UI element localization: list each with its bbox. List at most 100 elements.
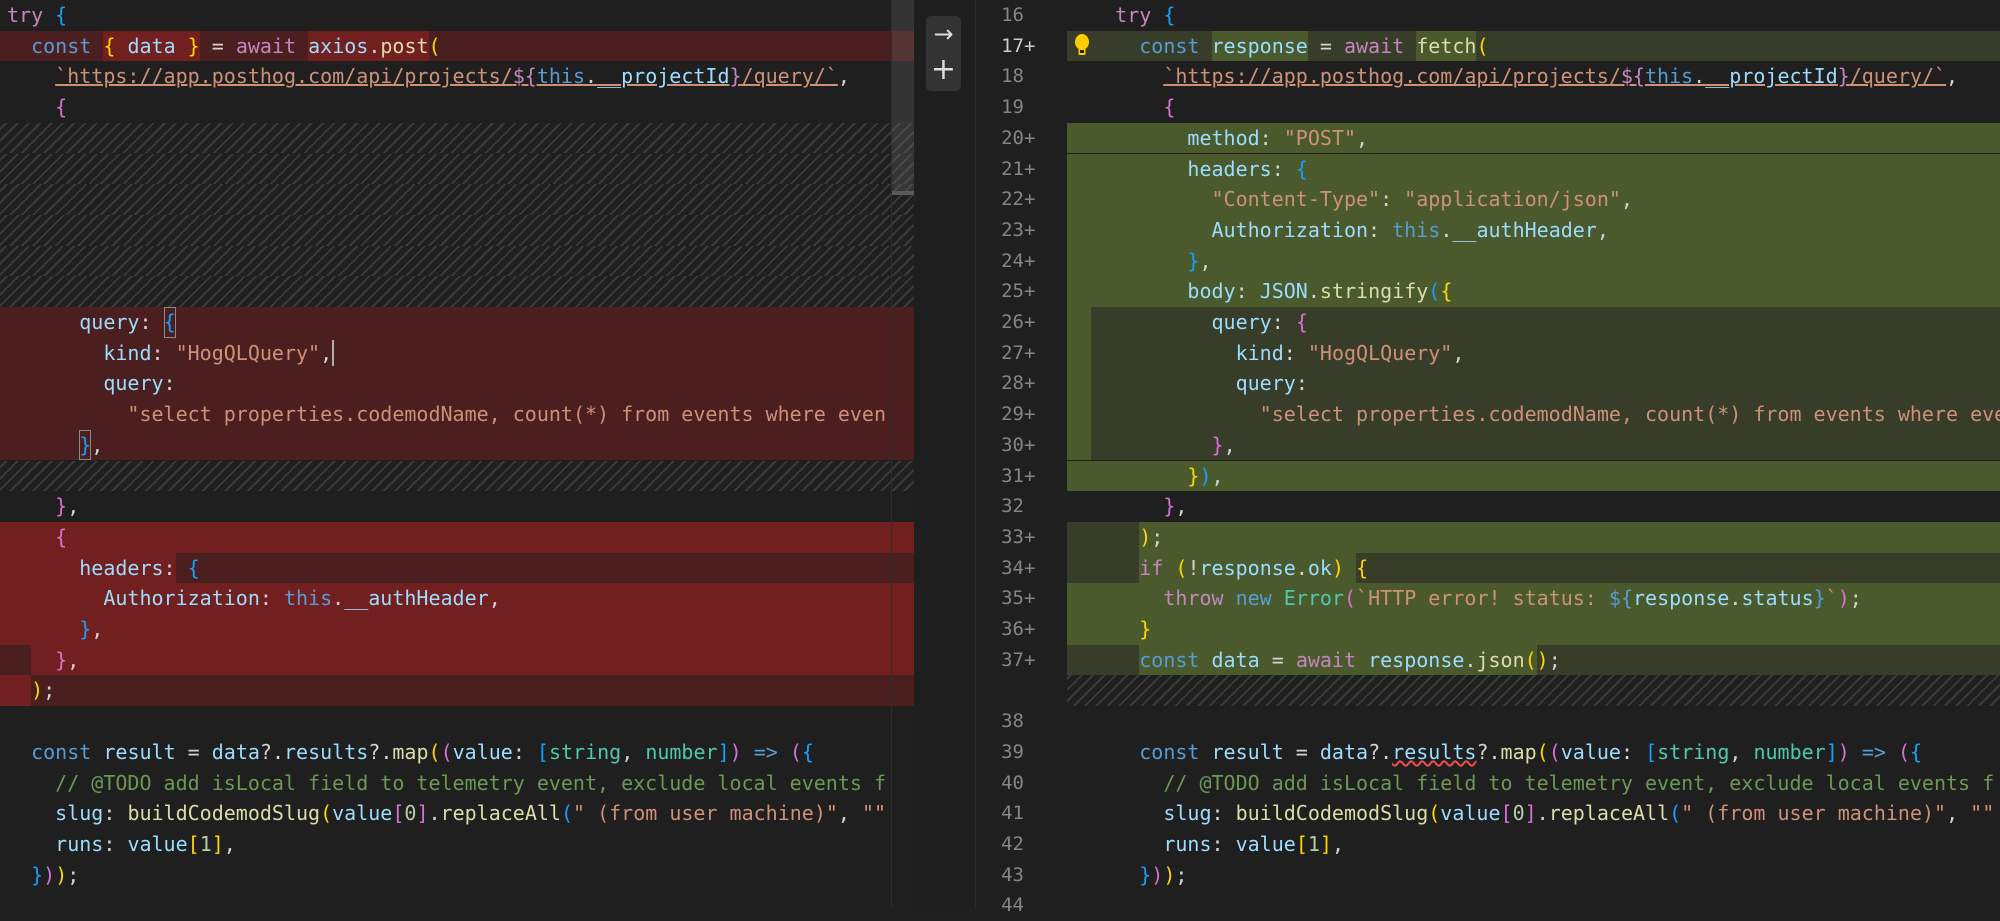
line-number[interactable]: 25 + <box>976 276 1068 307</box>
code-line[interactable]: const result = data?. results?. map((value… <box>0 737 914 768</box>
line-number[interactable]: 34 + <box>976 553 1068 584</box>
code-line[interactable]: })); <box>1067 860 2000 891</box>
line-number[interactable]: 31 + <box>976 461 1068 492</box>
inserted-line[interactable]: throw new Error(`HTTP error! status: ${r… <box>1067 583 2000 614</box>
line-number[interactable]: 22 + <box>976 184 1068 215</box>
original-editor-scrollbar[interactable] <box>891 0 915 907</box>
code-line[interactable]: }, <box>1067 491 2000 522</box>
code-line[interactable]: slug: buildCodemodSlug(value[0]. replaceA… <box>1067 798 2000 829</box>
inserted-line[interactable]: if (! response. ok) { <box>1067 552 2000 584</box>
line-number[interactable]: 20 + <box>976 123 1068 154</box>
code-line[interactable] <box>0 706 914 737</box>
code-line[interactable]: slug: buildCodemodSlug(value[0]. replaceA… <box>0 798 914 829</box>
removed-line[interactable]: }, <box>0 614 914 645</box>
inserted-line[interactable]: } <box>1067 614 2000 645</box>
line-number[interactable]: 17 + <box>976 31 1068 62</box>
inserted-line[interactable]: "select properties.codemodName, count(*)… <box>1067 399 2000 430</box>
removed-line[interactable]: { <box>0 521 914 553</box>
lightbulb-icon[interactable] <box>1073 33 1091 57</box>
plus-icon[interactable]: + <box>926 52 961 87</box>
code-line[interactable]: try { <box>0 0 914 31</box>
line-number[interactable]: 29 + <box>976 399 1068 430</box>
code-line[interactable]: const result = data?. results?. map((value… <box>1067 737 2000 768</box>
code-line[interactable]: `https://app.posthog.com/api/projects/${… <box>0 61 914 92</box>
line-number[interactable]: 42 <box>976 829 1068 860</box>
code-token: ${ <box>1620 64 1645 89</box>
code-line[interactable]: try { <box>1067 0 2000 31</box>
code-token: Authorization <box>1211 217 1369 242</box>
line-number[interactable]: 36 + <box>976 614 1068 645</box>
inserted-line[interactable]: method: "POST", <box>1067 122 2000 154</box>
removed-line[interactable]: query: <box>0 368 914 400</box>
line-number[interactable]: 33 + <box>976 522 1068 553</box>
code-line[interactable]: // @TODO add isLocal field to telemetry … <box>0 768 914 799</box>
code-line[interactable]: { <box>1067 92 2000 123</box>
inserted-line[interactable]: headers: { <box>1067 153 2000 185</box>
code-line[interactable] <box>1067 706 2000 737</box>
line-number[interactable]: 19 <box>976 92 1068 123</box>
line-number[interactable]: 37 + <box>976 645 1068 676</box>
line-number[interactable]: 28 + <box>976 368 1068 399</box>
line-padding <box>0 798 7 829</box>
line-number[interactable]: 38 <box>976 706 1068 737</box>
line-number[interactable]: 23 + <box>976 215 1068 246</box>
inserted-line[interactable]: }), <box>1067 460 2000 492</box>
removed-line[interactable]: query: { <box>0 307 914 338</box>
inserted-line[interactable]: query: <box>1067 368 2000 400</box>
removed-line[interactable]: kind: "HogQLQuery", <box>0 337 914 369</box>
inserted-line[interactable]: kind: "HogQLQuery", <box>1067 337 2000 369</box>
inserted-line[interactable]: const data = await response. json(); <box>1067 644 2000 676</box>
line-number[interactable]: 26 + <box>976 307 1068 338</box>
line-number[interactable]: 32 <box>976 491 1068 522</box>
code-token: query <box>79 310 140 334</box>
inserted-line[interactable]: Authorization: this. __authHeader, <box>1067 214 2000 246</box>
inserted-line[interactable]: ); <box>1067 521 2000 553</box>
code-token: } <box>1187 248 1200 273</box>
line-number[interactable]: 16 <box>976 0 1068 31</box>
line-number[interactable]: 35 + <box>976 583 1068 614</box>
line-number[interactable]: 44 <box>976 890 1068 921</box>
line-number[interactable]: 21 + <box>976 154 1068 185</box>
inserted-line[interactable]: const response = await fetch( <box>1067 30 2000 62</box>
removed-line[interactable]: "select properties.codemodName, count(*)… <box>0 399 914 430</box>
line-number[interactable]: 27 + <box>976 338 1068 369</box>
code-token: this <box>1644 64 1694 89</box>
inserted-line[interactable]: "Content-Type": "application/json", <box>1067 184 2000 215</box>
inserted-line[interactable]: query: { <box>1067 307 2000 338</box>
code-line[interactable]: runs: value[1], <box>0 829 914 860</box>
removed-line[interactable]: const { data } = await axios. post( <box>0 30 914 62</box>
code-line[interactable]: })); <box>0 860 914 891</box>
removed-line[interactable]: }, <box>0 429 914 461</box>
line-number[interactable]: 40 <box>976 768 1068 799</box>
removed-line[interactable]: Authorization: this. __authHeader, <box>0 583 914 614</box>
code-token: ${ <box>512 64 537 89</box>
removed-line[interactable]: }, <box>0 644 914 676</box>
original-editor-pane[interactable]: try { const { data } = await axios. post(… <box>0 0 914 907</box>
line-padding <box>0 61 7 92</box>
code-line[interactable]: }, <box>0 491 914 522</box>
line-number[interactable]: 24 + <box>976 246 1068 277</box>
modified-editor-pane[interactable]: try { const response = await fetch( `htt… <box>1067 0 2000 907</box>
inserted-line[interactable]: body: JSON. stringify({ <box>1067 276 2000 307</box>
revert-change-toolbar[interactable]: → + <box>926 16 961 91</box>
removed-line[interactable]: ); <box>0 675 914 707</box>
code-token: } <box>729 64 742 89</box>
code-line[interactable] <box>1067 890 2000 907</box>
arrow-right-icon[interactable]: → <box>926 20 961 48</box>
code-line[interactable]: `https://app.posthog.com/api/projects/${… <box>1067 61 2000 92</box>
code-line[interactable]: { <box>0 92 914 123</box>
inserted-line[interactable]: }, <box>1067 245 2000 277</box>
removed-line[interactable]: headers: { <box>0 552 914 584</box>
code-token <box>1067 399 1092 430</box>
line-number[interactable]: 43 <box>976 860 1068 891</box>
code-line[interactable]: runs: value[1], <box>1067 829 2000 860</box>
line-number[interactable]: 30 + <box>976 430 1068 461</box>
scrollbar-thumb[interactable] <box>892 0 915 193</box>
line-number[interactable]: 18 <box>976 61 1068 92</box>
line-number[interactable]: 39 <box>976 737 1068 768</box>
line-number[interactable]: 41 <box>976 798 1068 829</box>
code-line[interactable]: // @TODO add isLocal field to telemetry … <box>1067 768 2000 799</box>
inserted-line[interactable]: }, <box>1067 429 2000 461</box>
